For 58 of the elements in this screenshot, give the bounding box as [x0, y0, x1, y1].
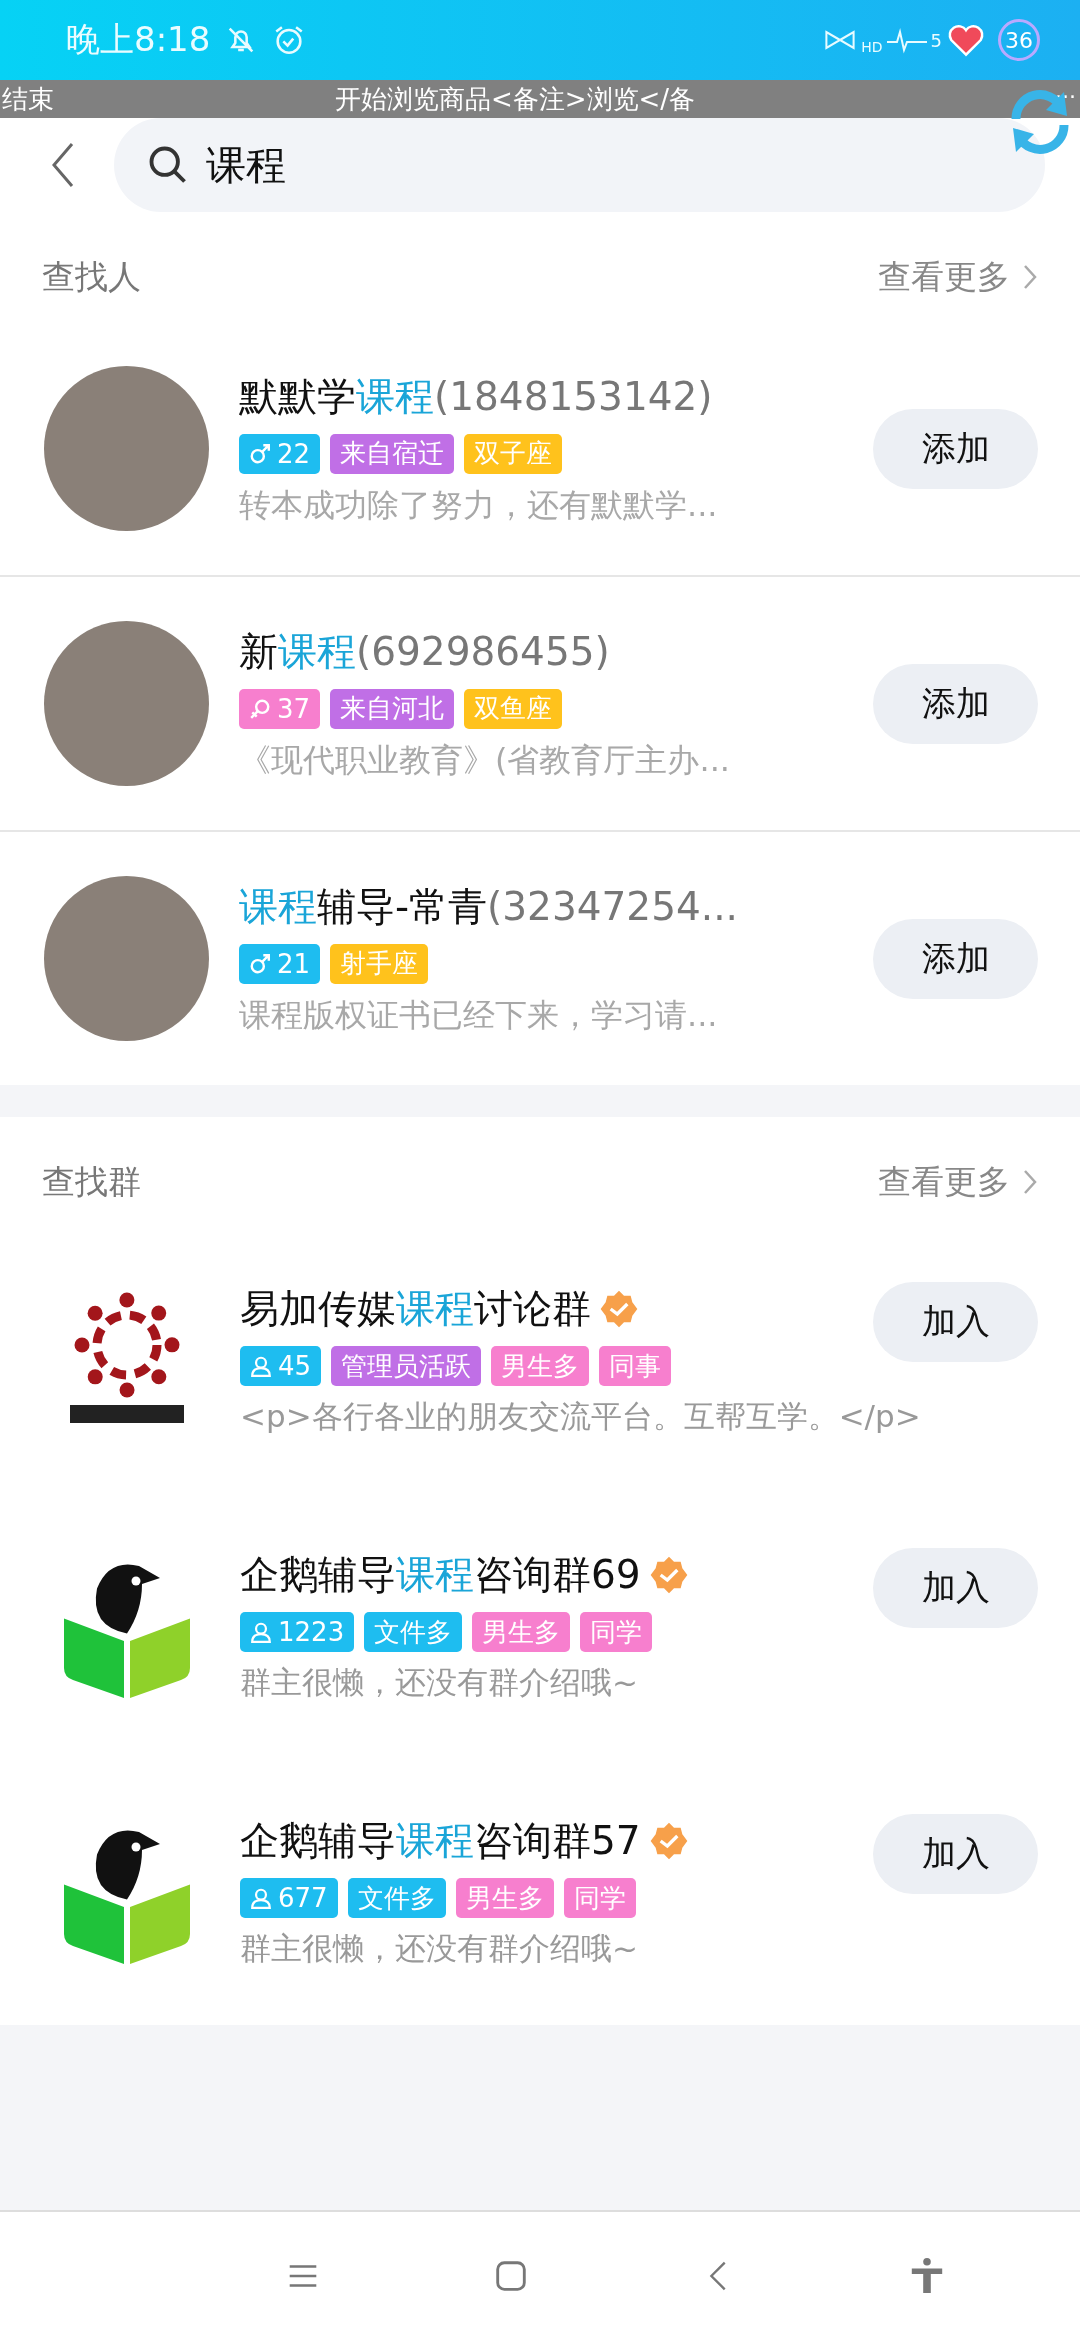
end-label[interactable]: 结束: [2, 81, 54, 117]
see-more-link[interactable]: 查看更多: [878, 254, 1038, 300]
heart-icon: [946, 22, 986, 58]
group-tag: 文件多: [364, 1612, 463, 1652]
male-symbol-icon: [249, 442, 271, 465]
person-icon: [250, 1621, 272, 1643]
person-icon: [250, 1355, 272, 1377]
hd-label: HD: [861, 39, 883, 55]
person-signature: 课程版权证书已经下来，学习请...: [239, 994, 719, 1036]
group-name: 企鹅辅导课程咨询群69: [240, 1548, 689, 1602]
group-tag: 同事: [599, 1346, 672, 1386]
group-tag: 同学: [580, 1612, 653, 1652]
join-button[interactable]: 加入: [873, 1282, 1038, 1362]
add-button[interactable]: 添加: [873, 663, 1038, 744]
profile-tag: 射手座: [330, 943, 429, 984]
profile-tag: 37: [239, 688, 321, 729]
profile-tag: 22: [239, 433, 321, 474]
browse-note-text: 开始浏览商品<备注>浏览</备: [335, 82, 696, 116]
group-tag: 男生多: [491, 1346, 590, 1386]
chevron-icon: [1022, 1168, 1038, 1196]
see-more-link[interactable]: 查看更多: [878, 1159, 1038, 1205]
join-button[interactable]: 加入: [873, 1814, 1038, 1894]
group-tag: 1223: [240, 1612, 355, 1652]
group-name: 易加传媒课程讨论群: [240, 1282, 672, 1336]
group-description: 群主很懒，还没有群介绍哦~: [240, 1663, 639, 1702]
male-symbol-icon: [249, 952, 271, 975]
add-button[interactable]: 添加: [873, 408, 1038, 489]
join-button[interactable]: 加入: [873, 1548, 1038, 1628]
group-tag: 男生多: [472, 1612, 571, 1652]
section-title: 查找人: [42, 255, 141, 298]
person-name: 课程辅导-常青(32347254...: [239, 882, 739, 931]
group-tag: 同学: [563, 1878, 636, 1918]
search-field[interactable]: 课程: [114, 118, 1045, 212]
group-description: <p>各行各业的朋友交流平台。互帮互学。</p>: [240, 1397, 922, 1436]
battery-level: 36: [998, 19, 1040, 61]
profile-tag: 21: [239, 943, 321, 984]
group-tag: 677: [240, 1878, 338, 1918]
add-button[interactable]: 添加: [873, 918, 1038, 999]
profile-tag: 来自河北: [330, 688, 455, 729]
clock-time: 晚上8:18: [66, 18, 211, 61]
signal-label: 5: [930, 29, 942, 51]
group-tag: 文件多: [347, 1878, 446, 1918]
person-icon: [250, 1887, 272, 1909]
profile-tag: 双鱼座: [464, 688, 563, 729]
group-description: 群主很懒，还没有群介绍哦~: [240, 1929, 639, 1968]
group-name: 企鹅辅导课程咨询群57: [240, 1814, 689, 1868]
person-signature: 《现代职业教育》(省教育厅主办...: [239, 739, 731, 781]
section-title: 查找群: [42, 1160, 141, 1203]
group-tag: 管理员活跃: [331, 1346, 482, 1386]
chevron-icon: [1022, 263, 1038, 291]
group-tag: 45: [240, 1346, 322, 1386]
profile-tag: 来自宿迁: [330, 433, 455, 474]
person-name: 默默学课程(1848153142): [239, 372, 714, 421]
person-signature: 转本成功除了努力，还有默默学...: [239, 484, 719, 526]
group-tag: 男生多: [455, 1878, 554, 1918]
profile-tag: 双子座: [464, 433, 563, 474]
person-name: 新课程(692986455): [239, 627, 611, 676]
female-symbol-icon: [249, 697, 271, 720]
